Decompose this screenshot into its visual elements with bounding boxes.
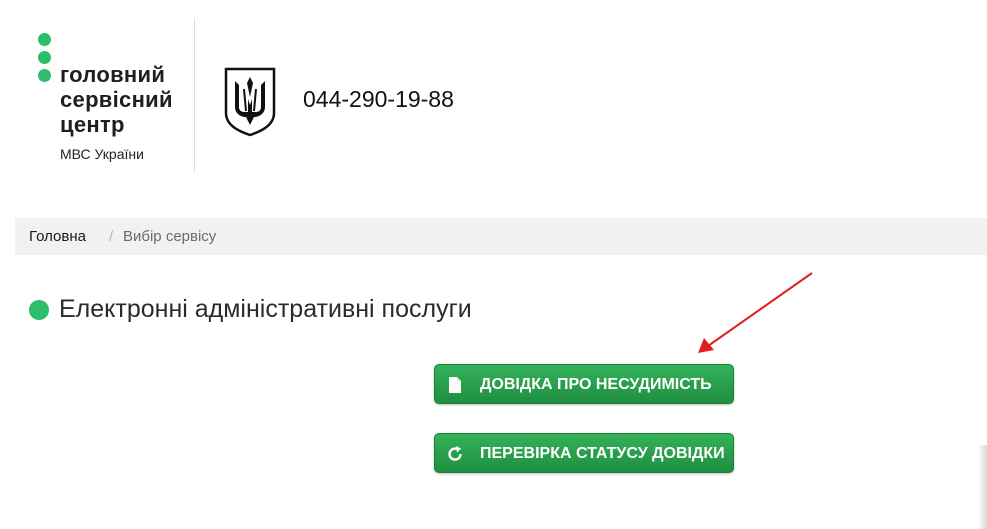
logo-line-1: головний bbox=[60, 62, 166, 87]
logo-text[interactable]: головний сервісний центр bbox=[60, 62, 173, 137]
page-title: Електронні адміністративні послуги bbox=[59, 295, 472, 323]
trident-icon bbox=[224, 67, 276, 137]
scroll-edge-shadow bbox=[978, 445, 987, 529]
phone-number[interactable]: 044-290-19-88 bbox=[303, 86, 454, 113]
breadcrumb: Головна / Вибір сервісу bbox=[15, 218, 987, 255]
check-certificate-status-button[interactable]: ПЕРЕВІРКА СТАТУСУ ДОВІДКИ bbox=[434, 433, 734, 473]
logo-dots bbox=[38, 33, 52, 87]
refresh-icon bbox=[448, 446, 462, 461]
logo-line-2: сервісний bbox=[60, 87, 173, 112]
header-divider bbox=[194, 18, 195, 172]
button-label: ДОВІДКА ПРО НЕСУДИМІСТЬ bbox=[480, 376, 712, 393]
logo-dot bbox=[38, 51, 51, 64]
logo-dot bbox=[38, 69, 51, 82]
criminal-record-certificate-button[interactable]: ДОВІДКА ПРО НЕСУДИМІСТЬ bbox=[434, 364, 734, 404]
logo-line-3: центр bbox=[60, 112, 125, 137]
logo-dot bbox=[38, 33, 51, 46]
section-title-dot bbox=[29, 300, 49, 320]
breadcrumb-home-link[interactable]: Головна bbox=[29, 218, 86, 255]
breadcrumb-separator: / bbox=[109, 228, 114, 245]
annotation-arrow-icon bbox=[698, 272, 813, 353]
logo-subtitle: МВС України bbox=[60, 146, 144, 162]
document-icon bbox=[449, 377, 461, 393]
button-label: ПЕРЕВІРКА СТАТУСУ ДОВІДКИ bbox=[480, 445, 725, 462]
breadcrumb-current: Вибір сервісу bbox=[123, 228, 217, 245]
